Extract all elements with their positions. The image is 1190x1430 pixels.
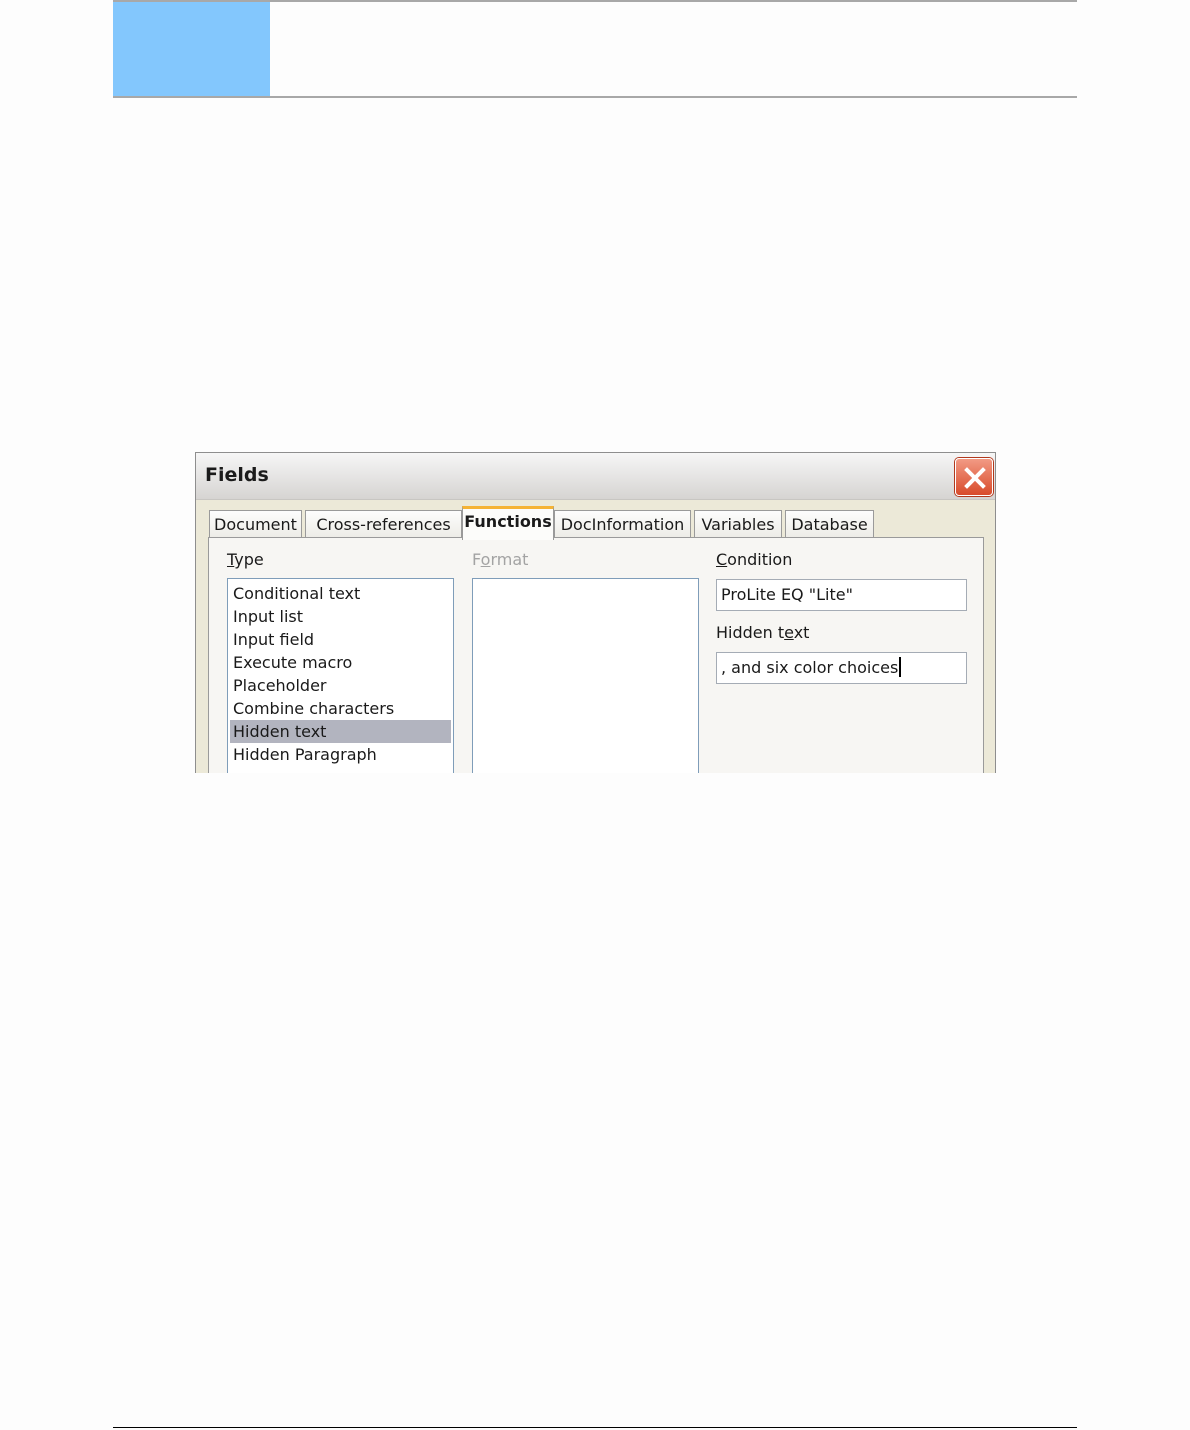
- functions-panel: Type Conditional text Input list Input f…: [208, 537, 984, 773]
- list-item-combine-characters[interactable]: Combine characters: [230, 697, 451, 720]
- type-label: Type: [227, 550, 264, 569]
- tab-document[interactable]: Document: [209, 510, 302, 539]
- list-item-hidden-text[interactable]: Hidden text: [230, 720, 451, 743]
- list-item-execute-macro[interactable]: Execute macro: [230, 651, 451, 674]
- tab-docinformation[interactable]: DocInformation: [554, 510, 691, 539]
- tab-variables[interactable]: Variables: [694, 510, 782, 539]
- condition-label: Condition: [716, 550, 793, 569]
- format-listbox[interactable]: [472, 578, 699, 773]
- tab-database[interactable]: Database: [785, 510, 874, 539]
- list-item-input-field[interactable]: Input field: [230, 628, 451, 651]
- dialog-title: Fields: [205, 464, 269, 486]
- page-header: [113, 0, 1077, 98]
- close-button[interactable]: [955, 458, 993, 496]
- fields-dialog: Fields Document Cross-references Functio…: [195, 452, 996, 773]
- list-item-input-list[interactable]: Input list: [230, 605, 451, 628]
- dialog-titlebar[interactable]: Fields: [196, 453, 995, 500]
- hidden-text-input[interactable]: , and six color choices: [716, 652, 967, 684]
- hidden-text-value: , and six color choices: [721, 658, 899, 677]
- header-bottom-rule: [113, 96, 1077, 98]
- close-x-icon: [964, 467, 986, 489]
- condition-input[interactable]: ProLite EQ "Lite": [716, 579, 967, 611]
- footer-rule: [113, 1427, 1077, 1428]
- condition-value: ProLite EQ "Lite": [721, 585, 853, 604]
- header-accent-block: [113, 0, 270, 97]
- list-item-placeholder[interactable]: Placeholder: [230, 674, 451, 697]
- list-item-hidden-paragraph[interactable]: Hidden Paragraph: [230, 743, 451, 766]
- text-caret: [899, 657, 902, 677]
- header-top-rule: [113, 0, 1077, 2]
- tab-cross-references[interactable]: Cross-references: [305, 510, 462, 539]
- list-item-conditional-text[interactable]: Conditional text: [230, 582, 451, 605]
- tab-functions[interactable]: Functions: [462, 506, 554, 540]
- hidden-text-label: Hidden text: [716, 623, 810, 642]
- type-listbox[interactable]: Conditional text Input list Input field …: [227, 578, 454, 773]
- format-label: Format: [472, 550, 529, 569]
